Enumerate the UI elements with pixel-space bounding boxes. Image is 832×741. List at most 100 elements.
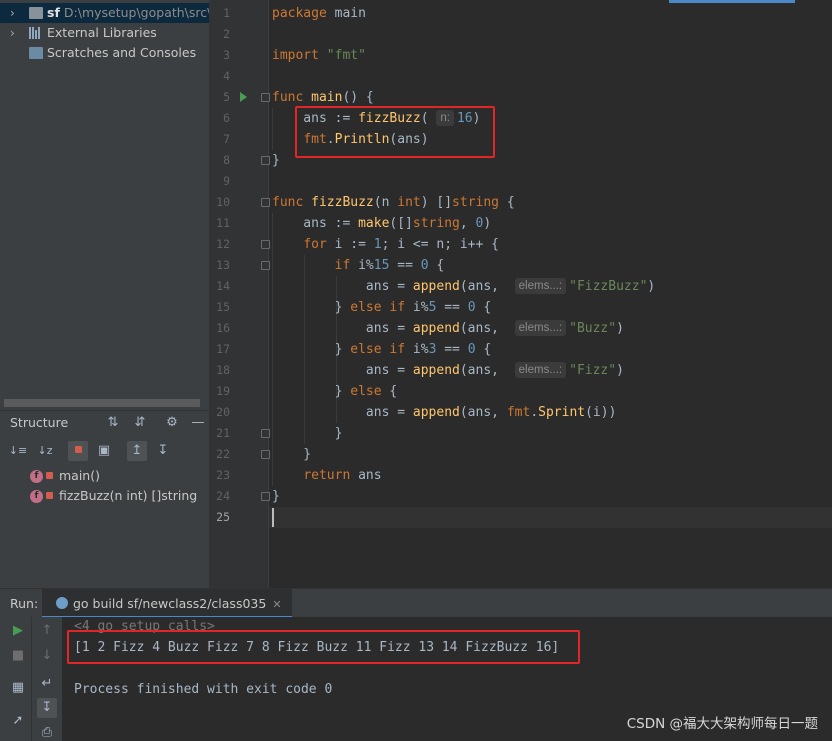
current-line-highlight xyxy=(269,507,832,528)
fold-marker[interactable] xyxy=(261,156,270,165)
code-line-11: ans := make([]string, 0) xyxy=(272,216,492,231)
line-number: 7 xyxy=(223,132,230,146)
lock-filter-icon[interactable] xyxy=(68,441,88,461)
tree-item-label: Scratches and Consoles xyxy=(47,45,197,60)
pin-icon[interactable]: ➚ xyxy=(8,711,28,731)
line-number: 23 xyxy=(216,468,230,482)
chevron-right-icon[interactable]: › xyxy=(10,23,20,43)
folder-icon xyxy=(29,7,43,19)
line-number: 12 xyxy=(216,237,230,251)
fold-marker[interactable] xyxy=(261,240,270,249)
function-icon: f xyxy=(30,490,43,503)
line-number: 17 xyxy=(216,342,230,356)
line-number: 10 xyxy=(216,195,230,209)
code-line-12: for i := 1; i <= n; i++ { xyxy=(303,237,499,252)
down-arrow-icon[interactable]: ↓ xyxy=(37,646,57,666)
code-line-20: ans = append(ans, fmt.Sprint(i)) xyxy=(272,405,617,420)
fold-marker[interactable] xyxy=(261,450,270,459)
structure-title: Structure xyxy=(10,415,69,430)
line-number: 8 xyxy=(223,153,230,167)
lock-icon xyxy=(46,472,53,479)
highlight-box-main-body xyxy=(295,106,495,158)
tree-item-scratches[interactable]: Scratches and Consoles xyxy=(0,43,209,63)
code-editor[interactable]: 1 2 3 4 5 6 7 8 9 10 11 12 13 14 15 16 17 18 19 20 21 22 23 24 2… xyxy=(209,0,832,588)
code-line-14: ans = append(ans, elems...: "FizzBuzz") xyxy=(272,278,656,294)
stop-icon[interactable]: ■ xyxy=(8,646,28,666)
line-number: 18 xyxy=(216,363,230,377)
run-toolbar: ▶ ■ ▦ ➚ ↑ ↓ ↵ ↧ ⎙ xyxy=(0,617,62,741)
run-tab[interactable]: go build sf/newclass2/class035 ✕ xyxy=(42,589,292,618)
layout-icon[interactable]: ▦ xyxy=(8,678,28,698)
scroll-to-end-icon[interactable]: ↧ xyxy=(37,698,57,718)
folder-filter-icon[interactable]: ▣ xyxy=(94,441,114,461)
run-tab-label: go build sf/newclass2/class035 xyxy=(73,596,267,611)
expand-icon[interactable]: ⇅ xyxy=(103,413,123,433)
text-caret xyxy=(272,508,274,527)
code-line-22: } xyxy=(272,447,312,462)
line-number: 19 xyxy=(216,384,230,398)
fold-marker[interactable] xyxy=(261,429,270,438)
line-number: 13 xyxy=(216,258,230,272)
tree-item-external-libraries[interactable]: › External Libraries xyxy=(0,23,209,43)
watermark: CSDN @福大大架构师每日一题 xyxy=(626,716,818,732)
line-number: 21 xyxy=(216,426,230,440)
code-line-21: } xyxy=(272,426,343,441)
chevron-right-icon[interactable]: › xyxy=(10,3,20,23)
line-number: 24 xyxy=(216,489,230,503)
code-line-10: func fizzBuzz(n int) []string { xyxy=(272,195,515,210)
tree-item-root[interactable]: › sf D:\mysetup\gopath\src\s xyxy=(0,3,209,23)
root-path: D:\mysetup\gopath\src\s xyxy=(63,5,209,20)
code-line-1: package main xyxy=(272,6,366,21)
code-line-16: ans = append(ans, elems...: "Buzz") xyxy=(272,320,624,336)
line-number: 4 xyxy=(223,69,230,83)
tree-item-label: External Libraries xyxy=(47,25,157,40)
fold-marker[interactable] xyxy=(261,198,270,207)
root-name: sf xyxy=(47,5,60,20)
horizontal-scrollbar[interactable] xyxy=(4,399,200,407)
soft-wrap-icon[interactable]: ↵ xyxy=(37,674,57,694)
gopher-icon xyxy=(56,597,68,609)
sort-alpha-icon[interactable]: ↓z xyxy=(35,441,55,461)
project-tool-window: › sf D:\mysetup\gopath\src\s › External L… xyxy=(0,0,209,400)
code-line-18: ans = append(ans, elems...: "Fizz") xyxy=(272,362,624,378)
scratch-icon xyxy=(29,47,43,59)
close-icon[interactable]: ✕ xyxy=(272,598,281,611)
fold-marker[interactable] xyxy=(261,93,270,102)
console-exit-line: Process finished with exit code 0 xyxy=(74,682,333,697)
autoscroll-from-source-icon[interactable]: ↧ xyxy=(153,441,173,461)
line-number: 5 xyxy=(223,90,230,104)
up-arrow-icon[interactable]: ↑ xyxy=(37,621,57,641)
minimize-icon[interactable]: — xyxy=(188,413,208,433)
structure-item-label: main() xyxy=(59,468,100,483)
code-line-3: import "fmt" xyxy=(272,48,366,63)
fold-marker[interactable] xyxy=(261,261,270,270)
run-gutter-icon[interactable] xyxy=(240,92,247,102)
rerun-icon[interactable]: ▶ xyxy=(8,621,28,641)
line-number: 25 xyxy=(216,510,230,524)
library-icon xyxy=(29,27,43,39)
sort-visibility-icon[interactable]: ↓≡ xyxy=(8,441,28,461)
structure-tool-window: Structure ⇅ ⇵ ⚙ — ↓≡ ↓z ▣ ↥ ↧ f main() ff… xyxy=(0,410,209,588)
collapse-icon[interactable]: ⇵ xyxy=(130,413,150,433)
structure-item-main[interactable]: f main() xyxy=(30,466,100,486)
code-line-19: } else { xyxy=(272,384,398,399)
code-line-17: } else if i%3 == 0 { xyxy=(272,342,492,357)
line-number: 20 xyxy=(216,405,230,419)
highlight-box-output xyxy=(67,630,580,664)
gear-icon[interactable]: ⚙ xyxy=(162,413,182,433)
function-icon: f xyxy=(30,470,43,483)
structure-item-label: fizzBuzz(n int) []string xyxy=(59,488,198,503)
parameter-hint: elems...: xyxy=(514,362,567,378)
line-number: 6 xyxy=(223,111,230,125)
fold-marker[interactable] xyxy=(261,492,270,501)
code-line-13: if i%15 == 0 { xyxy=(334,258,445,273)
print-icon[interactable]: ⎙ xyxy=(37,723,57,741)
line-number: 1 xyxy=(223,6,230,20)
run-label: Run: xyxy=(10,596,39,611)
lock-icon xyxy=(46,492,53,499)
structure-item-fizzbuzz[interactable]: f fizzBuzz(n int) []string xyxy=(30,486,197,506)
line-number: 2 xyxy=(223,27,230,41)
autoscroll-to-source-icon[interactable]: ↥ xyxy=(127,441,147,461)
parameter-hint: elems...: xyxy=(514,320,567,336)
code-line-24: } xyxy=(272,489,280,504)
